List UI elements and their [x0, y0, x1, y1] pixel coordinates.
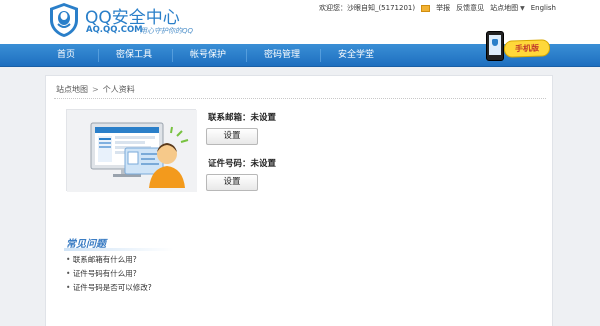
sitemap-link[interactable]: 站点地图	[490, 3, 518, 13]
mobile-version-badge[interactable]: 手机版	[503, 39, 551, 58]
phone-screen	[489, 35, 501, 55]
phone-icon[interactable]	[486, 31, 504, 61]
logo-slogan: 用心守护你的QQ	[140, 27, 194, 35]
logo-domain: AQ.QQ.COM	[86, 25, 143, 35]
breadcrumb-current: 个人资料	[102, 85, 135, 94]
nav-divider	[246, 49, 247, 62]
faq-list: 联系邮箱有什么用? 证件号码有什么用? 证件号码是否可以修改?	[66, 253, 152, 295]
qq-shield-logo-icon[interactable]	[48, 2, 80, 38]
nav-account-protection[interactable]: 帐号保护	[178, 44, 238, 67]
email-status-label: 联系邮箱：未设置	[208, 113, 277, 123]
mail-icon[interactable]	[421, 4, 431, 12]
set-email-button[interactable]: 设置	[206, 128, 258, 145]
breadcrumb-separator: >	[92, 85, 99, 94]
nav-security-tools[interactable]: 密保工具	[104, 44, 164, 67]
welcome-text: 欢迎您：沙眼自知_(5171201)	[318, 4, 416, 12]
faq-item[interactable]: 证件号码有什么用?	[66, 267, 152, 281]
breadcrumb-sitemap-link[interactable]: 站点地图	[56, 85, 88, 94]
nav-password-management[interactable]: 密码管理	[252, 44, 312, 67]
top-links: 欢迎您：沙眼自知_(5171201) 举报 反馈意见 站点地图 ▼ Englis…	[313, 3, 556, 13]
feedback-link[interactable]: 反馈意见	[456, 3, 484, 13]
content-panel: 站点地图 > 个人资料 联系邮箱：未设置 设置 证件号码：未设置 设置 常见问题…	[45, 75, 553, 326]
id-number-status-label: 证件号码：未设置	[208, 159, 277, 169]
computer-user-illustration	[66, 109, 197, 192]
set-id-number-button[interactable]: 设置	[206, 174, 258, 191]
language-link[interactable]: English	[531, 4, 556, 12]
nav-divider	[320, 49, 321, 62]
breadcrumb: 站点地图 > 个人资料	[56, 84, 135, 95]
faq-item[interactable]: 联系邮箱有什么用?	[66, 253, 152, 267]
nav-home[interactable]: 首页	[48, 44, 84, 67]
nav-divider	[98, 49, 99, 62]
chevron-down-icon[interactable]: ▼	[520, 5, 525, 12]
nav-divider	[172, 49, 173, 62]
site-header: QQ安全中心 AQ.QQ.COM 用心守护你的QQ 欢迎您：沙眼自知_(5171…	[0, 0, 600, 44]
faq-title-underline	[64, 248, 174, 251]
nav-security-school[interactable]: 安全学堂	[326, 44, 386, 67]
report-link[interactable]: 举报	[436, 3, 450, 13]
divider	[54, 98, 546, 99]
faq-item[interactable]: 证件号码是否可以修改?	[66, 281, 152, 295]
